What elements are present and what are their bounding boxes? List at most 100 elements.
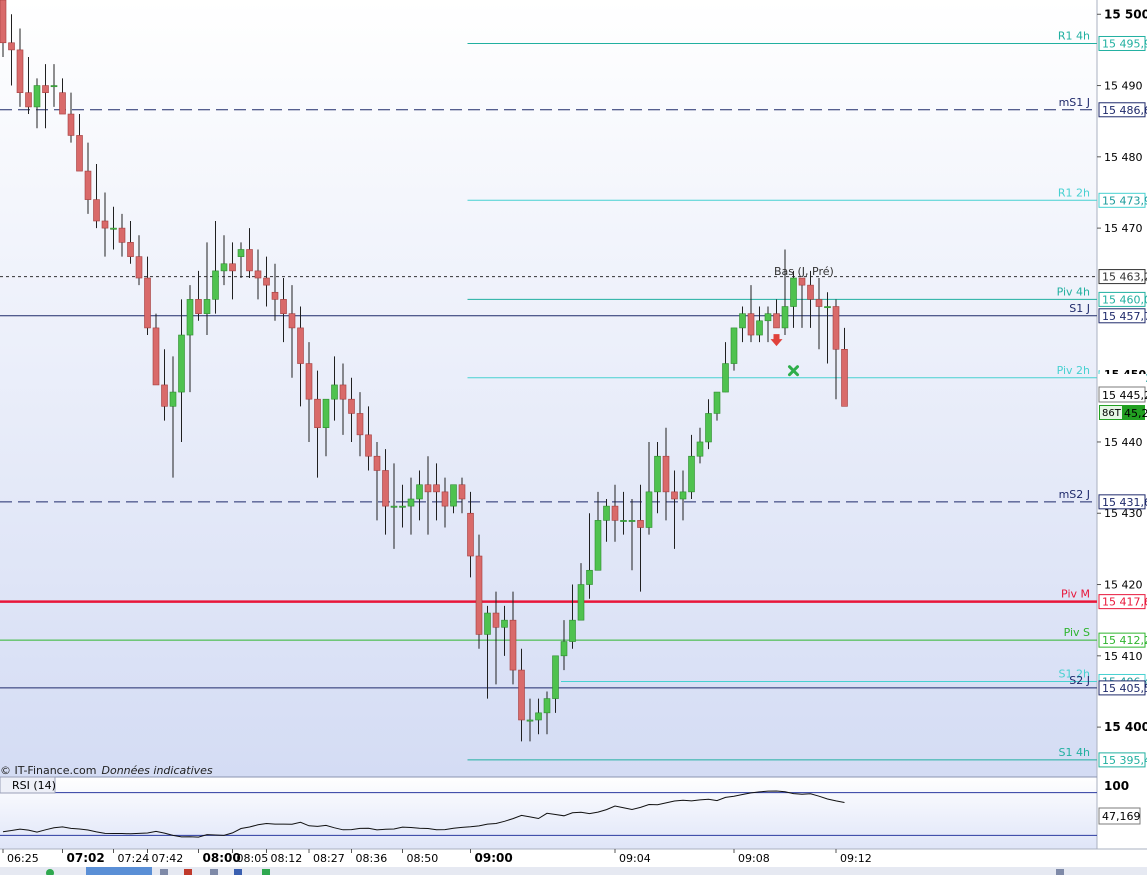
x-tick-label: 08:50 bbox=[407, 852, 439, 865]
candle-up bbox=[169, 391, 177, 407]
candle-up bbox=[220, 263, 228, 272]
y-tick-label: 15 410 bbox=[1104, 650, 1143, 663]
y-tick-label: 15 470 bbox=[1104, 222, 1143, 235]
time-axis-ticks: 06:25 07:02 07:24 07:42 08:0008:05 08:12 08:27… bbox=[2, 849, 872, 865]
candle-down bbox=[832, 306, 840, 350]
candle-up bbox=[824, 306, 831, 309]
x-tick-label: 08:27 bbox=[313, 852, 345, 865]
candle-up bbox=[390, 505, 398, 508]
level-label: mS2 J bbox=[1059, 488, 1090, 501]
candle-down bbox=[467, 512, 474, 557]
candle-up bbox=[569, 619, 576, 642]
candle-down bbox=[348, 398, 355, 414]
toolbar-icon-1[interactable] bbox=[160, 869, 168, 875]
level-label: Piv M bbox=[1061, 588, 1090, 601]
rsi-label: RSI (14) bbox=[12, 779, 56, 792]
candle-down bbox=[356, 413, 364, 436]
candle-down bbox=[424, 484, 432, 493]
candle-up bbox=[586, 569, 593, 585]
candle-up bbox=[730, 327, 738, 364]
candle-down bbox=[42, 85, 49, 93]
candle-up bbox=[407, 498, 415, 507]
toolbar-icon-3[interactable] bbox=[210, 869, 218, 875]
x-tick-label: 08:36 bbox=[356, 852, 388, 865]
candle-up bbox=[50, 85, 58, 88]
x-tick-label: 08:12 bbox=[271, 852, 303, 865]
toolbar-icon-2[interactable] bbox=[184, 869, 192, 875]
x-tick-label: 09:12 bbox=[840, 852, 872, 865]
candle-down bbox=[135, 256, 143, 279]
level-value-label: 15 412,2 bbox=[1102, 634, 1147, 647]
candle-down bbox=[815, 299, 823, 307]
candle-down bbox=[246, 249, 253, 272]
candle-up bbox=[110, 227, 117, 230]
candle-up bbox=[705, 413, 712, 443]
level-value-label: 15 495,9 bbox=[1102, 37, 1147, 50]
level-value-label: 15 395,4 bbox=[1102, 754, 1147, 767]
level-label: S1 4h bbox=[1059, 746, 1090, 759]
candle-down bbox=[662, 455, 670, 493]
x-tick-label: 08:05 bbox=[237, 852, 269, 865]
candle-down bbox=[747, 313, 755, 336]
candle-up bbox=[654, 455, 661, 493]
candle-down bbox=[518, 669, 525, 721]
toolbar-tab-active[interactable] bbox=[86, 867, 152, 875]
candle-up bbox=[620, 520, 627, 522]
y-tick-label: 15 500 bbox=[1104, 7, 1147, 21]
x-tick-label: 07:42 bbox=[152, 852, 184, 865]
level-label: S1 J bbox=[1069, 302, 1090, 315]
candle-down bbox=[101, 220, 109, 229]
candle-up bbox=[331, 384, 338, 400]
bottom-toolbar[interactable] bbox=[0, 867, 1147, 875]
candle-up bbox=[696, 441, 704, 457]
rsi-value-label: 47,169 bbox=[1102, 810, 1141, 823]
price-box-value: 15 445,2 bbox=[1102, 389, 1147, 402]
x-tick-label: 07:24 bbox=[118, 852, 150, 865]
candle-down bbox=[475, 555, 483, 635]
candle-down bbox=[807, 284, 814, 300]
candle-down bbox=[84, 170, 92, 200]
candle-down bbox=[492, 612, 500, 628]
candlestick-chart[interactable]: 15 50015 49015 48015 47015 44015 43015 4… bbox=[0, 0, 1147, 875]
candle-down bbox=[773, 313, 780, 329]
toolbar-icon-6[interactable] bbox=[1056, 869, 1064, 875]
level-value-label: 15 405,5 bbox=[1102, 682, 1147, 695]
candle-down bbox=[25, 92, 32, 108]
candle-up bbox=[33, 85, 41, 108]
candle-down bbox=[458, 484, 466, 500]
candle-down bbox=[8, 42, 15, 51]
level-value-label: 15 463,2 bbox=[1102, 271, 1147, 284]
candle-down bbox=[152, 327, 160, 386]
candle-up bbox=[764, 313, 772, 322]
toolbar-icon-4[interactable] bbox=[234, 869, 242, 875]
rsi-panel-background bbox=[0, 777, 1097, 849]
candle-up bbox=[237, 249, 245, 257]
candle-down bbox=[59, 92, 66, 115]
candle-up bbox=[722, 363, 729, 393]
toolbar-icon-5[interactable] bbox=[262, 869, 270, 875]
candle-up bbox=[713, 391, 721, 414]
candle-down bbox=[798, 277, 806, 286]
candle-down bbox=[305, 363, 313, 400]
candle-down bbox=[271, 291, 279, 300]
last-price-value: 45,2 bbox=[1124, 407, 1147, 420]
candle-up bbox=[739, 313, 746, 329]
candle-up bbox=[543, 698, 551, 714]
level-label: mS1 J bbox=[1059, 96, 1090, 109]
candle-up bbox=[178, 334, 185, 393]
candle-up bbox=[212, 270, 219, 300]
toolbar-background bbox=[0, 867, 1147, 875]
candle-up bbox=[416, 484, 423, 500]
candle-down bbox=[93, 199, 100, 222]
bas-label: Bas (J, Pré) bbox=[774, 265, 834, 278]
y-tick-label: 15 400 bbox=[1104, 720, 1147, 734]
candle-down bbox=[263, 277, 270, 286]
level-label: R1 4h bbox=[1058, 29, 1090, 42]
candle-up bbox=[501, 619, 508, 628]
candle-down bbox=[297, 327, 304, 364]
candle-down bbox=[67, 113, 75, 136]
candle-down bbox=[637, 520, 644, 528]
candle-down bbox=[671, 491, 678, 500]
level-value-label: 15 431,6 bbox=[1102, 496, 1147, 509]
candle-up bbox=[645, 491, 653, 528]
